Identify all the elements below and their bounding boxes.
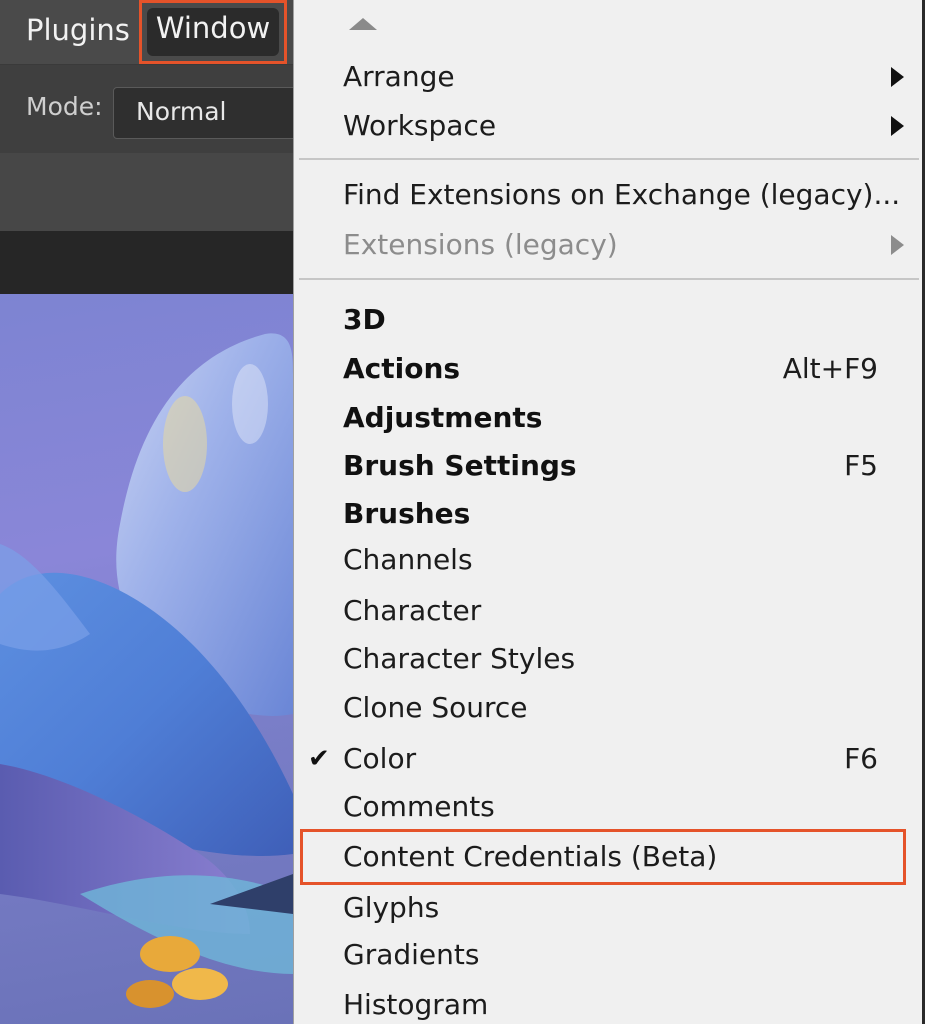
menu-window-highlight[interactable]: Window [139, 0, 287, 64]
flower-image [0, 333, 293, 1008]
menu-item-shortcut: Alt+F9 [782, 352, 878, 385]
menu-item-brushes[interactable]: Brushes [294, 491, 925, 537]
menu-item-label: Brushes [343, 497, 471, 530]
menu-item-label: Clone Source [343, 691, 528, 724]
menu-plugins[interactable]: Plugins [26, 0, 130, 64]
menu-item-comments[interactable]: Comments [294, 784, 925, 830]
menu-item-label: Adjustments [343, 401, 543, 434]
document-canvas[interactable] [0, 294, 293, 1024]
menu-item-label: Actions [343, 352, 461, 385]
document-tabs-strip [0, 231, 293, 294]
menu-window[interactable]: Window [147, 8, 279, 56]
menu-item-label: Find Extensions on Exchange (legacy)... [343, 178, 901, 211]
menu-item-character-styles[interactable]: Character Styles [294, 636, 925, 682]
menu-item-brush-settings[interactable]: Brush Settings F5 [294, 443, 925, 489]
menu-item-label: Extensions (legacy) [343, 228, 618, 261]
menu-item-label: Arrange [343, 60, 455, 93]
menu-item-3d[interactable]: 3D [294, 297, 925, 343]
menu-item-shortcut: F6 [844, 742, 878, 775]
menu-item-label: Content Credentials (Beta) [343, 840, 718, 873]
menu-item-glyphs[interactable]: Glyphs [294, 885, 925, 931]
mode-select-value: Normal [136, 97, 227, 126]
menu-item-clone-source[interactable]: Clone Source [294, 685, 925, 731]
menu-item-label: Brush Settings [343, 449, 577, 482]
menu-item-arrange[interactable]: Arrange [294, 54, 925, 100]
menu-item-label: Channels [343, 543, 473, 576]
menu-item-shortcut: F5 [844, 449, 878, 482]
menu-item-workspace[interactable]: Workspace [294, 103, 925, 149]
submenu-arrow-icon [891, 67, 904, 87]
menu-item-label: Glyphs [343, 891, 440, 924]
menu-item-character[interactable]: Character [294, 588, 925, 634]
menu-item-label: Character [343, 594, 482, 627]
menu-item-label: Color [343, 742, 417, 775]
checkmark-icon: ✔ [308, 744, 330, 774]
menu-item-label: Gradients [343, 938, 480, 971]
window-dropdown-menu: Arrange Workspace Find Extensions on Exc… [293, 0, 925, 1024]
menu-separator [299, 158, 919, 160]
menu-item-find-extensions[interactable]: Find Extensions on Exchange (legacy)... [294, 172, 925, 218]
menu-item-gradients[interactable]: Gradients [294, 932, 925, 978]
menu-item-content-credentials[interactable]: Content Credentials (Beta) [294, 834, 925, 880]
menu-item-label: 3D [343, 303, 386, 336]
mode-label: Mode: [26, 92, 103, 121]
menu-item-color[interactable]: ✔ Color F6 [294, 736, 925, 782]
menu-item-adjustments[interactable]: Adjustments [294, 395, 925, 441]
menu-item-extensions: Extensions (legacy) [294, 222, 925, 268]
menu-item-label: Histogram [343, 988, 489, 1021]
mode-select[interactable]: Normal [113, 87, 313, 139]
scroll-up-arrow-icon[interactable] [349, 18, 377, 30]
menu-separator [299, 278, 919, 280]
menu-item-label: Workspace [343, 109, 497, 142]
panel-strip [0, 153, 293, 231]
menu-item-label: Character Styles [343, 642, 576, 675]
menu-item-actions[interactable]: Actions Alt+F9 [294, 346, 925, 392]
submenu-arrow-icon [891, 235, 904, 255]
submenu-arrow-icon [891, 116, 904, 136]
options-bar: Mode: Normal [0, 65, 313, 153]
menu-bar: Plugins Window [0, 0, 293, 65]
menu-item-label: Comments [343, 790, 495, 823]
menu-item-histogram[interactable]: Histogram [294, 982, 925, 1024]
menu-item-channels[interactable]: Channels [294, 537, 925, 583]
